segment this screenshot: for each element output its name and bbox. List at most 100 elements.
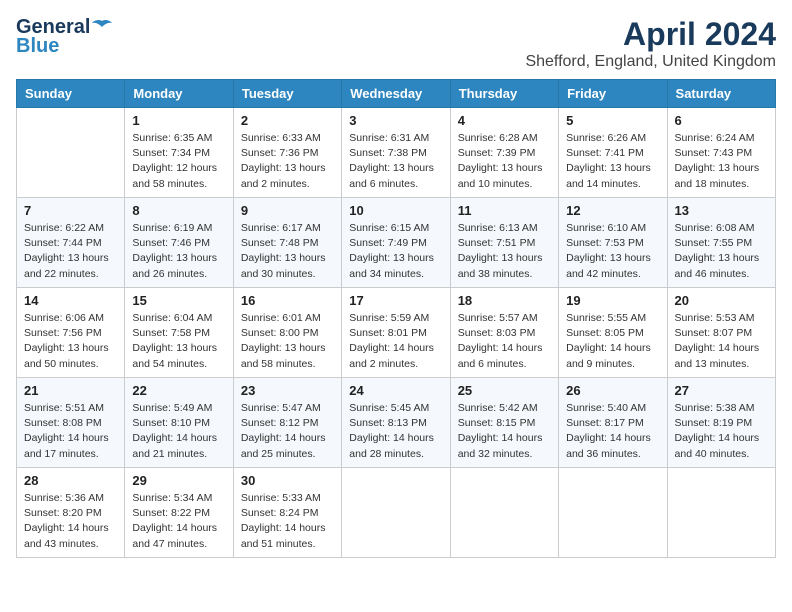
calendar-cell: 19 Sunrise: 5:55 AMSunset: 8:05 PMDayligh… [559, 288, 667, 378]
day-info: Sunrise: 5:33 AMSunset: 8:24 PMDaylight:… [241, 491, 334, 552]
calendar-cell: 3 Sunrise: 6:31 AMSunset: 7:38 PMDaylight… [342, 108, 450, 198]
calendar-cell: 17 Sunrise: 5:59 AMSunset: 8:01 PMDayligh… [342, 288, 450, 378]
day-number: 1 [132, 113, 225, 128]
calendar-cell: 1 Sunrise: 6:35 AMSunset: 7:34 PMDaylight… [125, 108, 233, 198]
day-info: Sunrise: 6:08 AMSunset: 7:55 PMDaylight:… [675, 221, 768, 282]
weekday-header-friday: Friday [559, 80, 667, 108]
day-info: Sunrise: 5:40 AMSunset: 8:17 PMDaylight:… [566, 401, 659, 462]
day-info: Sunrise: 6:15 AMSunset: 7:49 PMDaylight:… [349, 221, 442, 282]
day-number: 16 [241, 293, 334, 308]
day-info: Sunrise: 5:38 AMSunset: 8:19 PMDaylight:… [675, 401, 768, 462]
day-info: Sunrise: 5:49 AMSunset: 8:10 PMDaylight:… [132, 401, 225, 462]
day-number: 20 [675, 293, 768, 308]
day-number: 21 [24, 383, 117, 398]
day-info: Sunrise: 6:17 AMSunset: 7:48 PMDaylight:… [241, 221, 334, 282]
day-number: 7 [24, 203, 117, 218]
day-info: Sunrise: 6:33 AMSunset: 7:36 PMDaylight:… [241, 131, 334, 192]
day-number: 14 [24, 293, 117, 308]
calendar-cell: 14 Sunrise: 6:06 AMSunset: 7:56 PMDayligh… [17, 288, 125, 378]
day-info: Sunrise: 5:53 AMSunset: 8:07 PMDaylight:… [675, 311, 768, 372]
calendar-cell: 11Sunrise: 6:13 AMSunset: 7:51 PMDayligh… [450, 198, 558, 288]
day-number: 19 [566, 293, 659, 308]
day-number: 11 [458, 203, 551, 218]
calendar-cell: 6Sunrise: 6:24 AMSunset: 7:43 PMDaylight… [667, 108, 775, 198]
day-info: Sunrise: 6:24 AMSunset: 7:43 PMDaylight:… [675, 131, 768, 192]
day-number: 13 [675, 203, 768, 218]
title-area: April 2024 Shefford, England, United Kin… [525, 16, 776, 71]
logo-bird-icon [92, 19, 112, 33]
calendar-cell: 12 Sunrise: 6:10 AMSunset: 7:53 PMDayligh… [559, 198, 667, 288]
day-number: 29 [132, 473, 225, 488]
calendar-cell: 13 Sunrise: 6:08 AMSunset: 7:55 PMDayligh… [667, 198, 775, 288]
day-info: Sunrise: 6:35 AMSunset: 7:34 PMDaylight:… [132, 131, 225, 192]
day-info: Sunrise: 6:06 AMSunset: 7:56 PMDaylight:… [24, 311, 117, 372]
day-number: 8 [132, 203, 225, 218]
weekday-header-wednesday: Wednesday [342, 80, 450, 108]
day-number: 23 [241, 383, 334, 398]
day-info: Sunrise: 6:22 AMSunset: 7:44 PMDaylight:… [24, 221, 117, 282]
weekday-header-sunday: Sunday [17, 80, 125, 108]
day-number: 2 [241, 113, 334, 128]
calendar-week-row: 14 Sunrise: 6:06 AMSunset: 7:56 PMDayligh… [17, 288, 776, 378]
day-number: 4 [458, 113, 551, 128]
weekday-header-thursday: Thursday [450, 80, 558, 108]
month-title: April 2024 [525, 16, 776, 53]
calendar-cell: 22 Sunrise: 5:49 AMSunset: 8:10 PMDayligh… [125, 378, 233, 468]
calendar-cell [17, 108, 125, 198]
day-info: Sunrise: 5:59 AMSunset: 8:01 PMDaylight:… [349, 311, 442, 372]
day-info: Sunrise: 6:26 AMSunset: 7:41 PMDaylight:… [566, 131, 659, 192]
day-number: 12 [566, 203, 659, 218]
day-number: 25 [458, 383, 551, 398]
weekday-header-tuesday: Tuesday [233, 80, 341, 108]
calendar-week-row: 7 Sunrise: 6:22 AMSunset: 7:44 PMDaylight… [17, 198, 776, 288]
day-number: 28 [24, 473, 117, 488]
weekday-header-monday: Monday [125, 80, 233, 108]
calendar-cell: 2 Sunrise: 6:33 AMSunset: 7:36 PMDaylight… [233, 108, 341, 198]
calendar-cell: 18Sunrise: 5:57 AMSunset: 8:03 PMDayligh… [450, 288, 558, 378]
day-info: Sunrise: 5:57 AMSunset: 8:03 PMDaylight:… [458, 311, 551, 372]
calendar-week-row: 1 Sunrise: 6:35 AMSunset: 7:34 PMDaylight… [17, 108, 776, 198]
day-number: 15 [132, 293, 225, 308]
calendar-cell: 28Sunrise: 5:36 AMSunset: 8:20 PMDayligh… [17, 468, 125, 558]
calendar-table: SundayMondayTuesdayWednesdayThursdayFrid… [16, 79, 776, 558]
weekday-header-row: SundayMondayTuesdayWednesdayThursdayFrid… [17, 80, 776, 108]
day-number: 5 [566, 113, 659, 128]
calendar-cell: 20 Sunrise: 5:53 AMSunset: 8:07 PMDayligh… [667, 288, 775, 378]
calendar-week-row: 28Sunrise: 5:36 AMSunset: 8:20 PMDayligh… [17, 468, 776, 558]
calendar-cell: 25 Sunrise: 5:42 AMSunset: 8:15 PMDayligh… [450, 378, 558, 468]
weekday-header-saturday: Saturday [667, 80, 775, 108]
calendar-cell [559, 468, 667, 558]
day-info: Sunrise: 5:45 AMSunset: 8:13 PMDaylight:… [349, 401, 442, 462]
calendar-cell [450, 468, 558, 558]
day-info: Sunrise: 5:42 AMSunset: 8:15 PMDaylight:… [458, 401, 551, 462]
day-number: 22 [132, 383, 225, 398]
day-info: Sunrise: 6:31 AMSunset: 7:38 PMDaylight:… [349, 131, 442, 192]
day-number: 3 [349, 113, 442, 128]
calendar-cell: 10 Sunrise: 6:15 AMSunset: 7:49 PMDayligh… [342, 198, 450, 288]
logo-blue: Blue [16, 35, 59, 58]
day-info: Sunrise: 5:47 AMSunset: 8:12 PMDaylight:… [241, 401, 334, 462]
day-number: 30 [241, 473, 334, 488]
day-info: Sunrise: 6:04 AMSunset: 7:58 PMDaylight:… [132, 311, 225, 372]
day-number: 9 [241, 203, 334, 218]
calendar-cell: 30 Sunrise: 5:33 AMSunset: 8:24 PMDayligh… [233, 468, 341, 558]
day-info: Sunrise: 6:01 AMSunset: 8:00 PMDaylight:… [241, 311, 334, 372]
calendar-cell: 7 Sunrise: 6:22 AMSunset: 7:44 PMDaylight… [17, 198, 125, 288]
day-info: Sunrise: 6:10 AMSunset: 7:53 PMDaylight:… [566, 221, 659, 282]
calendar-cell: 27 Sunrise: 5:38 AMSunset: 8:19 PMDayligh… [667, 378, 775, 468]
day-number: 10 [349, 203, 442, 218]
day-info: Sunrise: 5:34 AMSunset: 8:22 PMDaylight:… [132, 491, 225, 552]
location-subtitle: Shefford, England, United Kingdom [525, 53, 776, 71]
day-info: Sunrise: 6:19 AMSunset: 7:46 PMDaylight:… [132, 221, 225, 282]
calendar-cell: 15 Sunrise: 6:04 AMSunset: 7:58 PMDayligh… [125, 288, 233, 378]
calendar-cell: 8 Sunrise: 6:19 AMSunset: 7:46 PMDaylight… [125, 198, 233, 288]
calendar-cell: 4Sunrise: 6:28 AMSunset: 7:39 PMDaylight… [450, 108, 558, 198]
calendar-cell: 23 Sunrise: 5:47 AMSunset: 8:12 PMDayligh… [233, 378, 341, 468]
calendar-cell [342, 468, 450, 558]
calendar-cell: 26 Sunrise: 5:40 AMSunset: 8:17 PMDayligh… [559, 378, 667, 468]
day-number: 27 [675, 383, 768, 398]
day-number: 17 [349, 293, 442, 308]
day-info: Sunrise: 5:55 AMSunset: 8:05 PMDaylight:… [566, 311, 659, 372]
day-number: 26 [566, 383, 659, 398]
page-header: General Blue April 2024 Shefford, Englan… [16, 16, 776, 71]
